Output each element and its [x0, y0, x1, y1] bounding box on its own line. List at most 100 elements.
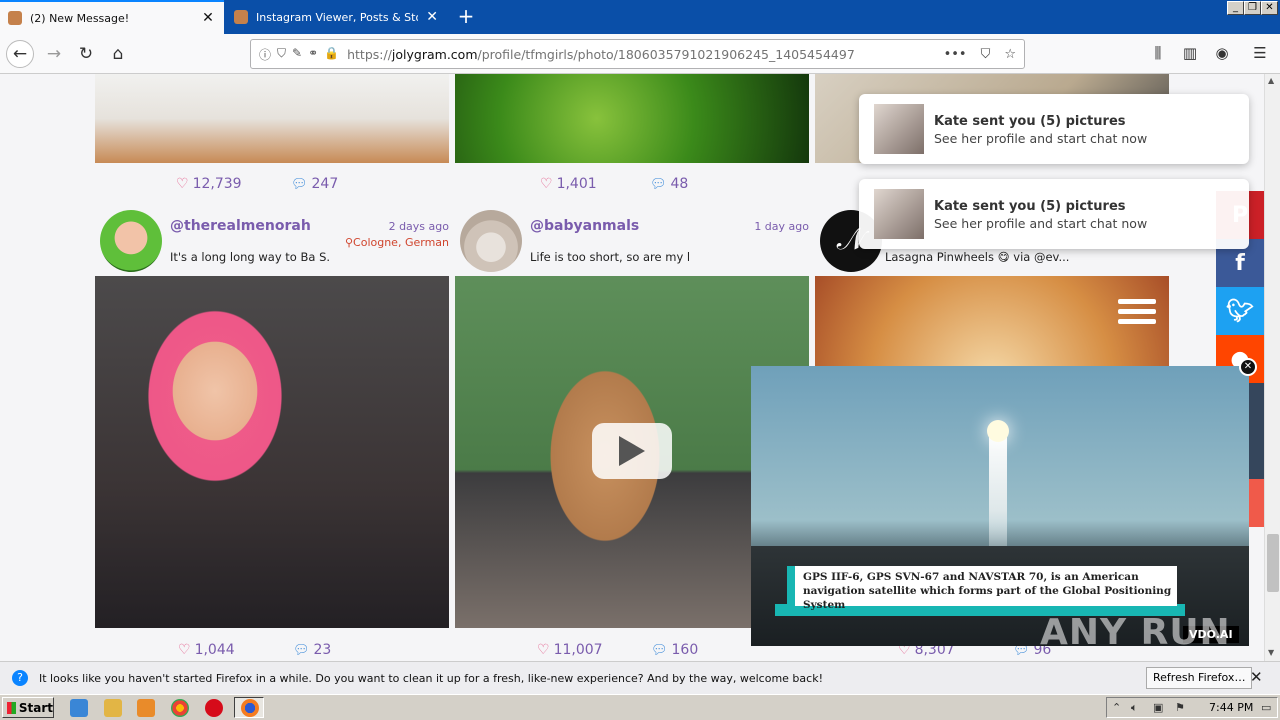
start-button[interactable]: Start: [2, 697, 54, 718]
tab-close-icon[interactable]: ✕: [200, 10, 216, 26]
like-count: ♡ 1,044: [178, 642, 235, 658]
tab-close-icon[interactable]: ✕: [424, 9, 440, 25]
tab-title: (2) New Message!: [30, 11, 130, 25]
forward-button[interactable]: →: [40, 40, 68, 68]
permissions-icon[interactable]: ✎: [292, 46, 302, 63]
post-caption: It's a long long way to Ba S...: [170, 250, 330, 264]
video-caption-box: GPS IIF-6, GPS SVN-67 and NAVSTAR 70, is…: [787, 566, 1177, 611]
chrome-icon[interactable]: [171, 699, 189, 717]
like-count: ♡ 11,007: [537, 642, 603, 658]
anyrun-watermark: ANY RUN: [1040, 612, 1231, 653]
folder-icon[interactable]: [104, 699, 122, 717]
instagram-favicon-icon: [8, 11, 22, 25]
avatar[interactable]: [460, 210, 522, 272]
post-header: @therealmenorah 2 days ago ⚲Cologne, Ger…: [100, 210, 449, 274]
page-actions-icon[interactable]: •••: [944, 47, 967, 62]
navigation-toolbar: ← → ↻ ⌂ ⓘ ⛉ ✎ ⚭ 🔒 https://jolygram.com/p…: [0, 34, 1280, 74]
chat-notification[interactable]: Kate sent you (5) pictures See her profi…: [859, 94, 1249, 164]
comment-icon: 💬︎: [293, 642, 310, 658]
refresh-firefox-button[interactable]: Refresh Firefox…: [1146, 667, 1253, 689]
taskbar: Start ⌃ 🔈︎ ▣ ⚑ 7:44 PM ▭: [0, 694, 1280, 720]
post-photo[interactable]: [455, 74, 809, 163]
post-photo[interactable]: [95, 276, 449, 628]
close-window-icon[interactable]: ✕: [1261, 1, 1278, 15]
comment-count: 💬︎ 48: [650, 176, 689, 192]
username-link[interactable]: @therealmenorah: [170, 218, 311, 234]
tray-expand-icon[interactable]: ⌃: [1112, 701, 1121, 714]
account-icon[interactable]: ◉: [1212, 44, 1232, 64]
rocket-flame: [987, 420, 1009, 442]
opera-icon[interactable]: [205, 699, 223, 717]
scroll-up-arrow-icon[interactable]: ▲: [1268, 76, 1274, 85]
home-button[interactable]: ⌂: [104, 40, 132, 68]
system-tray: ⌃ 🔈︎ ▣ ⚑ 7:44 PM ▭: [1106, 697, 1278, 718]
new-tab-button[interactable]: +: [452, 4, 480, 30]
flag-icon[interactable]: ⚑: [1175, 701, 1185, 714]
notification-thumbnail: [874, 189, 924, 239]
post-caption: Life is too short, so are my l...: [530, 250, 690, 264]
bookmark-star-icon[interactable]: ☆: [1004, 47, 1016, 62]
sidebar-icon[interactable]: ▥: [1180, 44, 1200, 64]
menu-lines-icon[interactable]: [1110, 296, 1156, 330]
notification-message: It looks like you haven't started Firefo…: [39, 671, 823, 685]
chat-notification[interactable]: Kate sent you (5) pictures See her profi…: [859, 179, 1249, 249]
tab-new-message[interactable]: (2) New Message! ✕: [0, 0, 224, 34]
pocket-icon[interactable]: ⛉: [981, 47, 991, 62]
comment-icon: 💬︎: [650, 176, 667, 192]
avatar[interactable]: [100, 210, 162, 272]
tab-title: Instagram Viewer, Posts & Story: [256, 10, 419, 24]
post-location[interactable]: ⚲Cologne, German: [345, 236, 449, 249]
comment-icon: 💬︎: [651, 642, 668, 658]
close-video-button[interactable]: ✕: [1239, 358, 1257, 376]
post-time: 2 days ago: [388, 220, 449, 233]
page-scrollbar[interactable]: ▲ ▼: [1264, 74, 1280, 661]
tab-strip: (2) New Message! ✕ Instagram Viewer, Pos…: [0, 0, 1280, 34]
tab-instagram-viewer[interactable]: Instagram Viewer, Posts & Story ✕: [226, 0, 448, 34]
scrollbar-thumb[interactable]: [1267, 534, 1279, 592]
library-icon[interactable]: ⫼: [1148, 44, 1168, 64]
reload-button[interactable]: ↻: [72, 40, 100, 68]
media-player-icon[interactable]: [137, 699, 155, 717]
notification-thumbnail: [874, 104, 924, 154]
show-desktop-icon[interactable]: ▭: [1261, 701, 1271, 714]
comment-count: 💬︎ 160: [651, 642, 699, 658]
location-pin-icon: ⚲: [344, 236, 354, 249]
network-icon[interactable]: ▣: [1153, 701, 1163, 714]
video-ad-player[interactable]: GPS IIF-6, GPS SVN-67 and NAVSTAR 70, is…: [751, 366, 1249, 646]
question-icon: ?: [12, 670, 28, 686]
internet-explorer-icon[interactable]: [70, 699, 88, 717]
post-photo[interactable]: [95, 74, 449, 163]
notification-subtitle: See her profile and start chat now: [934, 131, 1148, 146]
firefox-icon: [241, 699, 259, 717]
info-icon[interactable]: ⓘ: [259, 46, 271, 63]
comment-count: 💬︎ 247: [291, 176, 339, 192]
close-icon[interactable]: ✕: [1250, 668, 1263, 686]
twitter-share-button[interactable]: 🐦︎: [1216, 287, 1264, 335]
notification-title: Kate sent you (5) pictures: [934, 114, 1126, 129]
url-bar[interactable]: ⓘ ⛉ ✎ ⚭ 🔒 https://jolygram.com/profile/t…: [250, 39, 1025, 69]
comment-count: 💬︎ 23: [293, 642, 332, 658]
post-caption: Lasagna Pinwheels 😋 via @ev...: [885, 250, 1070, 264]
play-icon: [619, 436, 645, 466]
video-caption: GPS IIF-6, GPS SVN-67 and NAVSTAR 70, is…: [803, 571, 1172, 611]
notification-subtitle: See her profile and start chat now: [934, 216, 1148, 231]
volume-icon[interactable]: 🔈︎: [1131, 701, 1138, 715]
link-icon[interactable]: ⚭: [308, 46, 318, 63]
play-button[interactable]: [592, 423, 672, 479]
scroll-down-arrow-icon[interactable]: ▼: [1268, 648, 1274, 657]
firefox-taskbar-button[interactable]: [234, 697, 264, 718]
heart-icon: ♡: [540, 176, 553, 192]
minimize-window-icon[interactable]: _: [1227, 1, 1244, 15]
shield-icon[interactable]: ⛉: [277, 46, 286, 63]
url-text[interactable]: https://jolygram.com/profile/tfmgirls/ph…: [347, 47, 855, 62]
post-header: @babyanmals 1 day ago Life is too short,…: [460, 210, 809, 274]
back-button[interactable]: ←: [6, 40, 34, 68]
restore-window-icon[interactable]: ❐: [1244, 1, 1261, 15]
lock-icon[interactable]: 🔒: [324, 46, 339, 63]
username-link[interactable]: @babyanmals: [530, 218, 639, 234]
hamburger-menu-icon[interactable]: ☰: [1250, 44, 1270, 64]
heart-icon: ♡: [537, 642, 550, 658]
like-count: ♡ 1,401: [540, 176, 597, 192]
post-time: 1 day ago: [754, 220, 809, 233]
firefox-notification-bar: ? It looks like you haven't started Fire…: [0, 661, 1280, 694]
